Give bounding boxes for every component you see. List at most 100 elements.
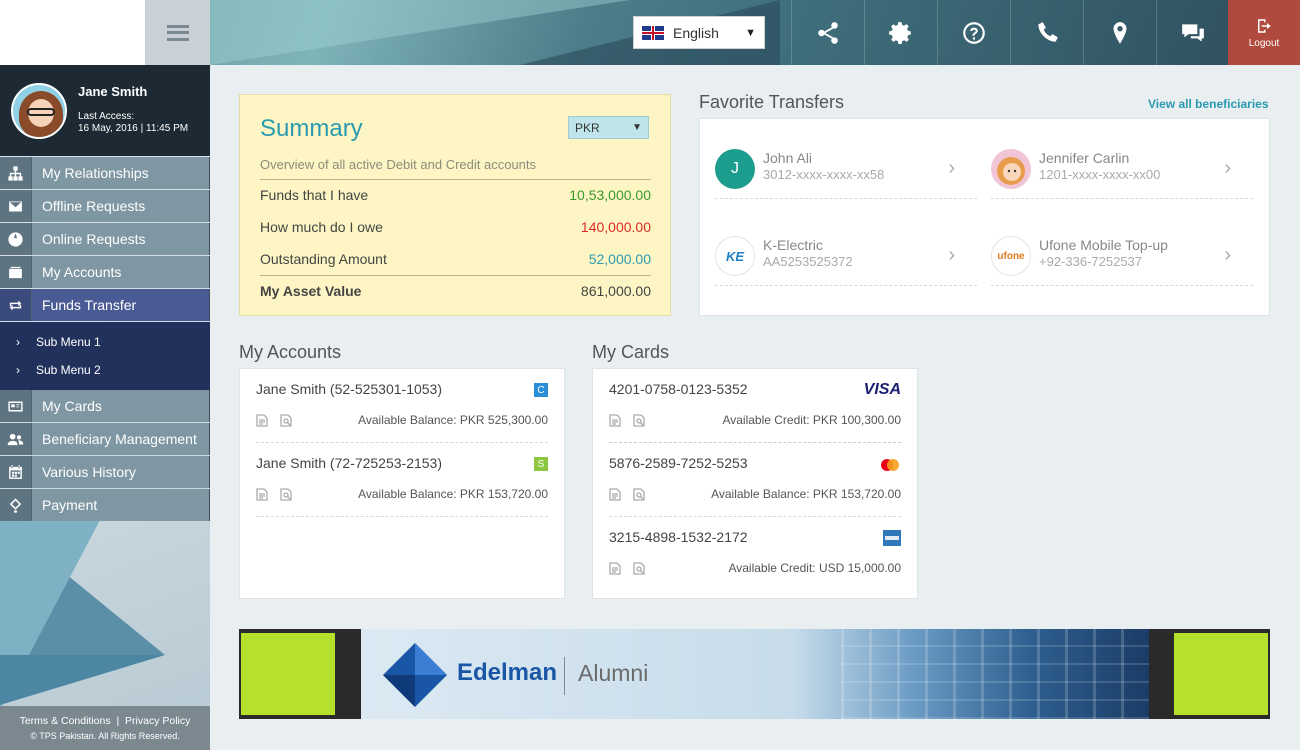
sidebar-item-my-relationships[interactable]: My Relationships bbox=[0, 157, 210, 189]
account-item[interactable]: Jane Smith (52-525301-1053) C Available … bbox=[256, 369, 548, 443]
card-item[interactable]: 5876-2589-7252-5253 Available Balance: P… bbox=[609, 443, 901, 517]
copyright-text: © TPS Pakistan. All Rights Reserved. bbox=[30, 731, 180, 741]
location-button[interactable] bbox=[1083, 0, 1156, 65]
last-access-value: 16 May, 2016 | 11:45 PM bbox=[78, 123, 189, 134]
favorite-account: +92-336-7252537 bbox=[1039, 254, 1143, 269]
building-graphic bbox=[841, 629, 1149, 719]
logout-icon bbox=[1258, 18, 1271, 33]
sidebar-item-online-requests[interactable]: Online Requests bbox=[0, 223, 210, 255]
card-balance: Available Balance: PKR 153,720.00 bbox=[711, 487, 901, 501]
gear-icon bbox=[889, 21, 911, 44]
hamburger-icon bbox=[166, 24, 189, 41]
currency-select[interactable]: PKR ▼ bbox=[568, 116, 649, 139]
settings-button[interactable] bbox=[864, 0, 937, 65]
summary-panel: Summary PKR ▼ Overview of all active Deb… bbox=[239, 94, 671, 316]
logo-area bbox=[0, 0, 145, 65]
banner-image: Edelman Alumni bbox=[361, 629, 1149, 719]
statement-icon[interactable] bbox=[609, 488, 621, 501]
banner-side-block bbox=[241, 633, 335, 715]
card-icon bbox=[8, 401, 23, 411]
advertisement-banner[interactable]: Edelman Alumni bbox=[239, 629, 1270, 719]
sidebar-item-payment[interactable]: Payment bbox=[0, 489, 210, 521]
sidebar-item-beneficiary-management[interactable]: Beneficiary Management bbox=[0, 423, 210, 455]
search-document-icon[interactable] bbox=[280, 414, 292, 427]
phone-button[interactable] bbox=[1010, 0, 1083, 65]
account-balance: Available Balance: PKR 153,720.00 bbox=[358, 487, 548, 501]
funds-transfer-submenu: › Sub Menu 1 › Sub Menu 2 bbox=[0, 322, 210, 390]
my-cards-title: My Cards bbox=[592, 342, 670, 362]
sidebar-item-label: Online Requests bbox=[31, 223, 210, 255]
card-balance: Available Credit: PKR 100,300.00 bbox=[722, 413, 901, 427]
sidebar-item-offline-requests[interactable]: Offline Requests bbox=[0, 190, 210, 222]
search-document-icon[interactable] bbox=[280, 488, 292, 501]
terms-link[interactable]: Terms & Conditions bbox=[20, 715, 111, 727]
chat-button[interactable] bbox=[1156, 0, 1229, 65]
asset-value-row: My Asset Value 861,000.00 bbox=[260, 275, 651, 307]
account-name: Jane Smith (72-725253-2153) bbox=[256, 455, 443, 471]
submenu-item-1[interactable]: › Sub Menu 1 bbox=[0, 328, 210, 356]
statement-icon[interactable] bbox=[609, 562, 621, 575]
favorite-item-ufone[interactable]: ufone Ufone Mobile Top-up +92-336-725253… bbox=[991, 224, 1253, 286]
account-item[interactable]: Jane Smith (72-725253-2153) S Available … bbox=[256, 443, 548, 517]
search-document-icon[interactable] bbox=[633, 488, 645, 501]
summary-title: Summary bbox=[260, 115, 363, 142]
last-access-label: Last Access: bbox=[78, 111, 135, 122]
summary-row: How much do I owe 140,000.00 bbox=[260, 211, 651, 243]
sidebar-item-my-accounts[interactable]: My Accounts bbox=[0, 256, 210, 288]
sidebar-item-my-cards[interactable]: My Cards bbox=[0, 390, 210, 422]
favorite-transfers-panel: J John Ali 3012-xxxx-xxxx-xx58 › Jennife… bbox=[699, 118, 1270, 316]
sidebar-item-various-history[interactable]: Various History bbox=[0, 456, 210, 488]
account-balance: Available Balance: PKR 525,300.00 bbox=[358, 413, 548, 427]
statement-icon[interactable] bbox=[256, 414, 268, 427]
language-select[interactable]: English ▼ bbox=[633, 16, 765, 49]
privacy-link[interactable]: Privacy Policy bbox=[125, 715, 190, 727]
asset-value-label: My Asset Value bbox=[260, 283, 362, 299]
chevron-right-icon: › bbox=[948, 157, 955, 179]
amex-logo-icon bbox=[883, 530, 901, 546]
k-electric-logo-icon: KE bbox=[715, 236, 755, 276]
sidebar-item-label: Various History bbox=[31, 456, 210, 488]
favorite-item-k-electric[interactable]: KE K-Electric AA5253525372 › bbox=[715, 224, 977, 286]
payment-icon bbox=[9, 497, 22, 513]
search-document-icon[interactable] bbox=[633, 414, 645, 427]
favorite-name: John Ali bbox=[763, 150, 813, 166]
favorite-item-john-ali[interactable]: J John Ali 3012-xxxx-xxxx-xx58 › bbox=[715, 137, 977, 199]
avatar: J bbox=[715, 149, 755, 189]
transfer-icon bbox=[9, 300, 22, 310]
asset-value: 861,000.00 bbox=[580, 283, 651, 299]
logout-label: Logout bbox=[1248, 37, 1280, 49]
my-cards-panel: 4201-0758-0123-5352 VISA Available Credi… bbox=[592, 368, 918, 599]
card-number: 5876-2589-7252-5253 bbox=[609, 455, 748, 471]
hamburger-menu-button[interactable] bbox=[145, 0, 210, 65]
favorite-account: 1201-xxxx-xxxx-xx00 bbox=[1039, 167, 1161, 182]
sitemap-icon bbox=[8, 165, 23, 181]
summary-row-value: 52,000.00 bbox=[588, 251, 651, 267]
chevron-right-icon: › bbox=[16, 363, 20, 377]
help-icon bbox=[963, 21, 985, 44]
favorite-account: AA5253525372 bbox=[763, 254, 853, 269]
summary-row-value: 10,53,000.00 bbox=[569, 187, 651, 203]
banner-suffix: Alumni bbox=[578, 660, 649, 686]
logout-button[interactable]: Logout bbox=[1228, 0, 1300, 65]
sidebar-item-funds-transfer[interactable]: Funds Transfer bbox=[0, 289, 210, 321]
sidebar: Jane Smith Last Access: 16 May, 2016 | 1… bbox=[0, 65, 210, 750]
submenu-item-label: Sub Menu 1 bbox=[36, 335, 101, 349]
card-item[interactable]: 3215-4898-1532-2172 Available Credit: US… bbox=[609, 517, 901, 591]
submenu-item-label: Sub Menu 2 bbox=[36, 363, 101, 377]
search-document-icon[interactable] bbox=[633, 562, 645, 575]
summary-row: Funds that I have 10,53,000.00 bbox=[260, 179, 651, 211]
avatar[interactable] bbox=[11, 83, 67, 139]
statement-icon[interactable] bbox=[609, 414, 621, 427]
share-button[interactable] bbox=[791, 0, 864, 65]
phone-icon bbox=[1038, 21, 1058, 42]
view-all-beneficiaries-link[interactable]: View all beneficiaries bbox=[1148, 97, 1269, 111]
chevron-right-icon: › bbox=[1224, 157, 1231, 179]
edelman-logo-icon bbox=[383, 643, 447, 707]
statement-icon[interactable] bbox=[256, 488, 268, 501]
submenu-item-2[interactable]: › Sub Menu 2 bbox=[0, 356, 210, 384]
card-item[interactable]: 4201-0758-0123-5352 VISA Available Credi… bbox=[609, 369, 901, 443]
help-button[interactable] bbox=[937, 0, 1010, 65]
sidebar-menu: My Relationships Offline Requests Online… bbox=[0, 157, 210, 522]
card-number: 4201-0758-0123-5352 bbox=[609, 381, 748, 397]
favorite-item-jennifer-carlin[interactable]: Jennifer Carlin 1201-xxxx-xxxx-xx00 › bbox=[991, 137, 1253, 199]
